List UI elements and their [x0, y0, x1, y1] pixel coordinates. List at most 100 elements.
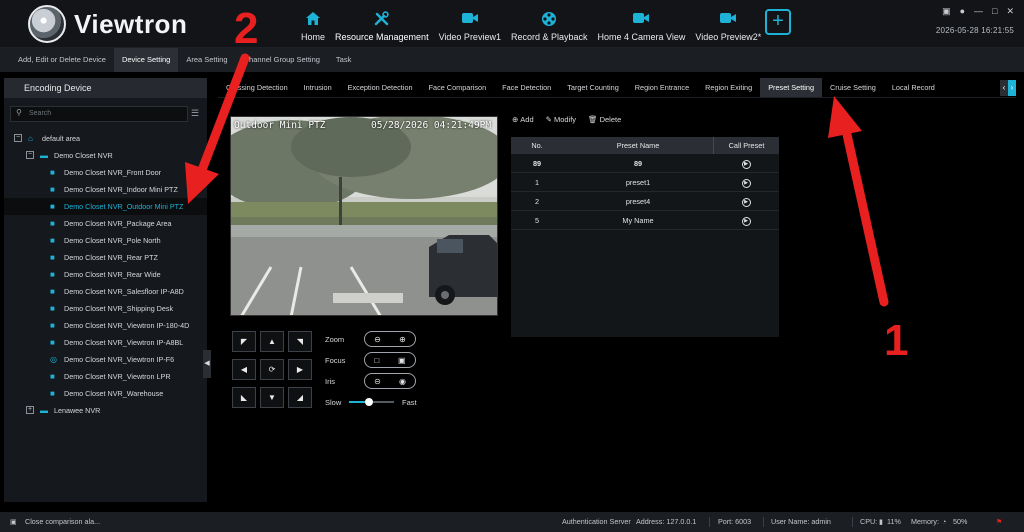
collapse-icon[interactable]: − — [14, 134, 22, 142]
tab-intrusion[interactable]: Intrusion — [296, 78, 340, 97]
tree-item[interactable]: ■ Demo Closet NVR_Pole North — [4, 232, 207, 249]
tree-item-label: Demo Closet NVR_Package Area — [64, 219, 172, 228]
ptz-down-right-icon[interactable]: ◢ — [288, 387, 312, 408]
tab-region-exiting[interactable]: Region Exiting — [697, 78, 760, 97]
zoom-out-icon[interactable]: ⊖ — [374, 335, 381, 344]
ptz-up-right-icon[interactable]: ◥ — [288, 331, 312, 352]
collapse-icon[interactable]: − — [26, 151, 34, 159]
delete-preset-button[interactable]: 🗑 Delete — [588, 115, 621, 124]
preset-row[interactable]: 1 preset1 ▶ — [511, 173, 779, 192]
tab-region-entrance[interactable]: Region Entrance — [627, 78, 697, 97]
ptz-camera-icon: ■ — [50, 253, 55, 262]
ptz-up-left-icon[interactable]: ◤ — [232, 331, 256, 352]
notification-text[interactable]: Close comparison ala... — [25, 512, 100, 532]
video-camera-icon — [461, 11, 479, 27]
tree-item[interactable]: + ▬ Lenawee NVR — [4, 402, 207, 419]
subtab-task[interactable]: Task — [328, 48, 359, 72]
tree-item[interactable]: ■ Demo Closet NVR_Rear PTZ — [4, 249, 207, 266]
tree-item[interactable]: − ▬ Demo Closet NVR — [4, 147, 207, 164]
alarm-icon[interactable]: ⚑ — [996, 512, 1002, 532]
nav-home[interactable]: Home — [296, 6, 330, 42]
tree-item[interactable]: ■ Demo Closet NVR_Viewtron LPR — [4, 368, 207, 385]
expand-icon[interactable]: + — [26, 406, 34, 414]
speed-slider-handle[interactable] — [365, 398, 374, 406]
close-icon[interactable]: ✕ — [1006, 6, 1014, 17]
tab-crossing-detection[interactable]: Crossing Detection — [218, 78, 296, 97]
subtab-add-edit-delete-device[interactable]: Add, Edit or Delete Device — [10, 48, 114, 72]
tree-item[interactable]: ■ Demo Closet NVR_Warehouse — [4, 385, 207, 402]
tree-item[interactable]: ◎ Demo Closet NVR_Viewtron IP-F6 — [4, 351, 207, 368]
annotation-label-1: 1 — [884, 316, 909, 365]
ptz-left-icon[interactable]: ◀ — [232, 359, 256, 380]
tab-exception-detection[interactable]: Exception Detection — [340, 78, 421, 97]
preset-row[interactable]: 89 89 ▶ — [511, 154, 779, 173]
tab-target-counting[interactable]: Target Counting — [559, 78, 627, 97]
zoom-in-icon[interactable]: ⊕ — [399, 335, 406, 344]
ptz-auto-scan-icon[interactable]: ⟳ — [260, 359, 284, 380]
call-preset-play-icon[interactable]: ▶ — [741, 178, 751, 188]
speed-slow-label: Slow — [325, 398, 342, 407]
tab-cruise-setting[interactable]: Cruise Setting — [822, 78, 884, 97]
iris-close-icon[interactable]: ⊝ — [374, 377, 381, 386]
tree-item[interactable]: ■ Demo Closet NVR_Indoor Mini PTZ — [4, 181, 207, 198]
tab-preset-setting[interactable]: Preset Setting — [760, 78, 823, 97]
search-input[interactable]: ⚲ Search — [10, 106, 188, 122]
call-preset-play-icon[interactable]: ▶ — [741, 216, 751, 226]
ptz-down-icon[interactable]: ▼ — [260, 387, 284, 408]
call-preset-cell: ▶ — [713, 154, 779, 173]
tree-item-label: Demo Closet NVR_Indoor Mini PTZ — [64, 185, 178, 194]
call-preset-play-icon[interactable]: ▶ — [741, 197, 751, 207]
user-icon[interactable]: ● — [960, 6, 965, 17]
bullet-camera-icon: ■ — [50, 270, 55, 279]
preset-row[interactable]: 5 My Name ▶ — [511, 211, 779, 230]
tree-item[interactable]: ■ Demo Closet NVR_Salesfloor IP-A8D — [4, 283, 207, 300]
collapse-sidebar-icon[interactable]: ◀ — [203, 350, 211, 378]
nav-label: Video Preview2* — [695, 32, 762, 42]
lock-icon[interactable]: ▣ — [942, 6, 951, 17]
tree-item[interactable]: ■ Demo Closet NVR_Outdoor Mini PTZ — [4, 198, 207, 215]
tabs-prev-icon[interactable]: ‹ — [1000, 80, 1008, 96]
focus-near-icon[interactable]: □ — [374, 356, 379, 365]
nav-resource-management[interactable]: Resource Management — [330, 6, 434, 42]
film-reel-icon — [540, 11, 558, 27]
add-view-button[interactable]: + — [765, 9, 791, 35]
tab-local-record[interactable]: Local Record — [884, 78, 943, 97]
list-toggle-icon[interactable]: ☰ — [191, 108, 199, 119]
tree-item[interactable]: − ⌂ default area — [4, 130, 207, 147]
nav-video-preview1[interactable]: Video Preview1 — [434, 6, 506, 42]
add-preset-button[interactable]: ⊕ Add — [512, 115, 534, 124]
tab-face-detection[interactable]: Face Detection — [494, 78, 559, 97]
tree-item-label: Demo Closet NVR_Rear Wide — [64, 270, 161, 279]
fisheye-camera-icon: ◎ — [50, 355, 57, 364]
ptz-down-left-icon[interactable]: ◣ — [232, 387, 256, 408]
tree-item[interactable]: ■ Demo Closet NVR_Rear Wide — [4, 266, 207, 283]
modify-preset-button[interactable]: ✎ Modify — [546, 115, 576, 124]
maximize-icon[interactable]: □ — [992, 6, 997, 17]
status-bar: ▣ Close comparison ala... Authentication… — [0, 512, 1024, 532]
ptz-up-icon[interactable]: ▲ — [260, 331, 284, 352]
tree-item[interactable]: ■ Demo Closet NVR_Front Door — [4, 164, 207, 181]
notification-icon[interactable]: ▣ — [10, 512, 17, 532]
nav-home-4-camera-view[interactable]: Home 4 Camera View — [593, 6, 691, 42]
col-preset-name[interactable]: Preset Name — [563, 137, 713, 154]
focus-far-icon[interactable]: ▣ — [398, 356, 406, 365]
nav-video-preview2[interactable]: Video Preview2* — [690, 6, 766, 42]
ptz-right-icon[interactable]: ▶ — [288, 359, 312, 380]
search-icon: ⚲ — [16, 108, 22, 117]
subtab-device-setting[interactable]: Device Setting — [113, 48, 179, 72]
tree-item[interactable]: ■ Demo Closet NVR_Package Area — [4, 215, 207, 232]
call-preset-play-icon[interactable]: ▶ — [741, 159, 751, 169]
tabs-next-icon[interactable]: › — [1008, 80, 1016, 96]
iris-open-icon[interactable]: ◉ — [399, 377, 406, 386]
subtab-area-setting[interactable]: Area Setting — [178, 48, 235, 72]
tree-item[interactable]: ■ Demo Closet NVR_Viewtron IP-A8BL — [4, 334, 207, 351]
preset-row[interactable]: 2 preset4 ▶ — [511, 192, 779, 211]
tree-item[interactable]: ■ Demo Closet NVR_Shipping Desk — [4, 300, 207, 317]
zoom-label: Zoom — [325, 335, 345, 344]
speed-slider[interactable] — [349, 398, 394, 406]
memory-pie-icon: ◔ — [942, 517, 947, 526]
tab-face-comparison[interactable]: Face Comparison — [421, 78, 495, 97]
minimize-icon[interactable]: — — [974, 6, 983, 17]
nav-record-playback[interactable]: Record & Playback — [506, 6, 593, 42]
tree-item[interactable]: ■ Demo Closet NVR_Viewtron IP-180-4D — [4, 317, 207, 334]
